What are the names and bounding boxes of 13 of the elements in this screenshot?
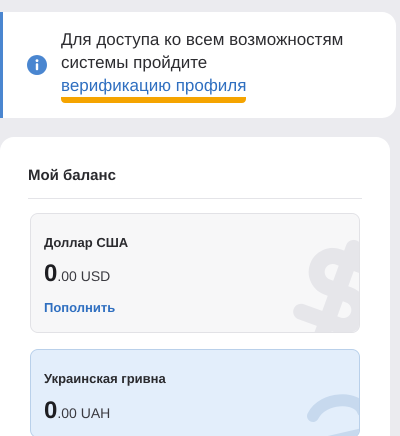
amount-rest: .00 USD: [57, 267, 110, 286]
amount-whole: 0: [44, 260, 58, 288]
currency-name: Украинская гривна: [44, 370, 167, 388]
balance-title: Мой баланс: [28, 165, 362, 198]
amount-rest: .00 UAH: [57, 404, 110, 422]
currency-card[interactable]: Доллар США 0.00 USD Пополнить: [30, 212, 360, 333]
top-up-link[interactable]: Пополнить: [44, 298, 116, 318]
currency-name: Доллар США: [44, 234, 130, 252]
verification-link[interactable]: верификацию профиля: [61, 74, 246, 102]
amount-whole: 0: [44, 396, 58, 424]
currency-card[interactable]: Украинская гривна 0.00 UAH: [30, 349, 360, 436]
notice-text: Для доступа ко всем возможностям системы пройдите верификацию профиля: [61, 28, 384, 102]
info-icon: [27, 55, 47, 75]
